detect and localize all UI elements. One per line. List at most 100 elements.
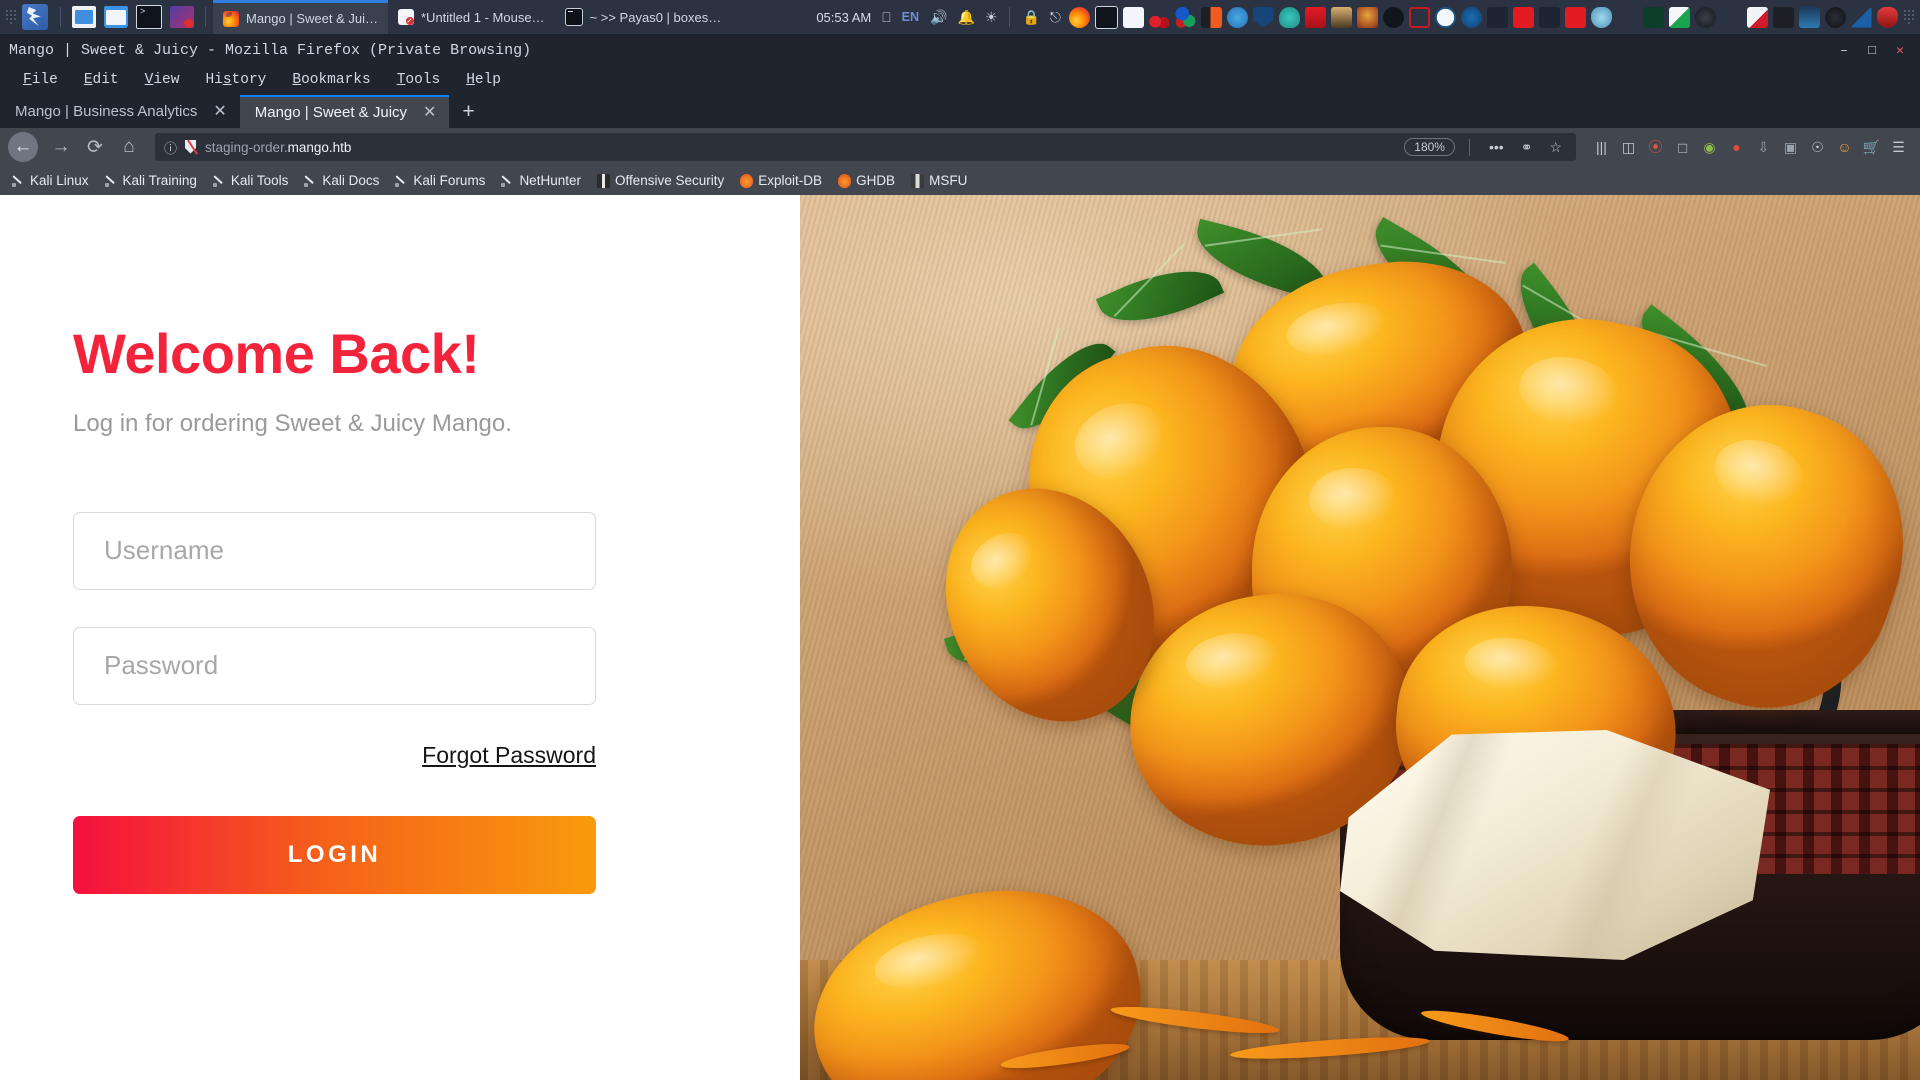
reload-button[interactable]: ⟳ bbox=[78, 130, 112, 164]
terminal-icon[interactable] bbox=[1094, 5, 1118, 29]
firefox-icon[interactable] bbox=[1068, 6, 1090, 28]
menu-bookmarks[interactable]: Bookmarks bbox=[279, 70, 383, 90]
dog-icon[interactable] bbox=[1772, 6, 1794, 28]
bookmark-exploit-db[interactable]: Exploit-DB bbox=[732, 173, 830, 188]
logout-icon[interactable]: ⎋ bbox=[1045, 0, 1066, 34]
kali-dragon-logo-icon[interactable] bbox=[22, 4, 48, 30]
private-mask-icon[interactable]: ● bbox=[1723, 134, 1750, 161]
close-icon[interactable]: ✕ bbox=[423, 104, 436, 121]
library-icon[interactable]: ||| bbox=[1588, 134, 1615, 161]
info-circle-icon[interactable]: ⓘ bbox=[164, 138, 177, 157]
airgeddon-icon[interactable] bbox=[1824, 6, 1846, 28]
extension-icon[interactable]: ▣ bbox=[1777, 134, 1804, 161]
wireshark-icon[interactable] bbox=[1798, 6, 1820, 28]
anonymity-icon[interactable] bbox=[1382, 6, 1404, 28]
forward-button[interactable]: → bbox=[44, 130, 78, 164]
spider-icon[interactable] bbox=[1694, 6, 1716, 28]
new-tab-button[interactable]: + bbox=[449, 95, 487, 128]
taskbar-task-terminal[interactable]: ~ >> Payas0 | boxes… bbox=[555, 0, 732, 34]
zaproxy-icon[interactable] bbox=[1226, 6, 1248, 28]
johnny-icon[interactable] bbox=[1330, 6, 1352, 28]
menu-help[interactable]: Help bbox=[453, 70, 514, 90]
crunch-icon[interactable] bbox=[1512, 6, 1534, 28]
minimize-button[interactable]: – bbox=[1830, 36, 1858, 64]
menu-edit[interactable]: Edit bbox=[71, 70, 132, 90]
menu-view[interactable]: View bbox=[132, 70, 193, 90]
crossed-out-lock-icon[interactable] bbox=[184, 140, 198, 155]
lock-icon[interactable]: 🔒 bbox=[1017, 0, 1044, 34]
menu-history[interactable]: History bbox=[192, 70, 279, 90]
bookmark-ghdb[interactable]: GHDB bbox=[830, 173, 903, 188]
keyboard-layout-indicator[interactable]: EN bbox=[896, 0, 925, 34]
tab-business-analytics[interactable]: Mango | Business Analytics ✕ bbox=[0, 95, 240, 128]
ferret-icon[interactable] bbox=[1304, 6, 1326, 28]
login-button[interactable]: LOGIN bbox=[73, 815, 596, 894]
kismet-icon[interactable] bbox=[1850, 6, 1872, 28]
wifite-icon[interactable] bbox=[1746, 6, 1768, 28]
taskbar-end-handle-icon[interactable] bbox=[1903, 6, 1915, 28]
zoom-level-indicator[interactable]: 180% bbox=[1404, 138, 1455, 156]
alien-icon[interactable] bbox=[1590, 6, 1612, 28]
bookmark-star-icon[interactable]: ☆ bbox=[1544, 139, 1567, 156]
pocket-save-icon[interactable]: ⦿ bbox=[1642, 134, 1669, 161]
taskbar-task-mousepad[interactable]: *Untitled 1 - Mouse… bbox=[388, 0, 555, 34]
smile-icon[interactable]: ☺ bbox=[1831, 134, 1858, 161]
sqlmap-icon[interactable] bbox=[1408, 6, 1430, 28]
home-button[interactable]: ⌂ bbox=[112, 130, 146, 164]
faraday-icon[interactable] bbox=[1200, 6, 1222, 28]
files-icon[interactable] bbox=[72, 6, 96, 28]
zap-icon[interactable] bbox=[1460, 6, 1482, 28]
sparta-icon[interactable] bbox=[1486, 6, 1508, 28]
mousepad-icon[interactable] bbox=[1122, 6, 1144, 28]
username-input[interactable]: Username bbox=[73, 511, 596, 590]
power-manager-icon[interactable]: ☀ bbox=[980, 0, 1003, 34]
bookmark-kali-training[interactable]: Kali Training bbox=[97, 173, 205, 188]
screenshot-icon[interactable]: ◻ bbox=[1669, 134, 1696, 161]
scorpion-icon[interactable] bbox=[1616, 6, 1638, 28]
wordpress-icon[interactable] bbox=[1434, 6, 1456, 28]
bookmark-kali-docs[interactable]: Kali Docs bbox=[296, 173, 387, 188]
display-icon[interactable]: ⎕ bbox=[877, 0, 895, 34]
close-button[interactable]: ✕ bbox=[1886, 36, 1914, 64]
downloads-icon[interactable]: ⇩ bbox=[1750, 134, 1777, 161]
close-icon[interactable]: ✕ bbox=[213, 103, 226, 120]
shopping-icon[interactable]: 🛒 bbox=[1858, 134, 1885, 161]
bookmark-msfu[interactable]: MSFU bbox=[903, 173, 975, 188]
thermo-icon[interactable] bbox=[1876, 6, 1898, 28]
burpsuite-icon[interactable] bbox=[1174, 6, 1196, 28]
menu-hamburger-icon[interactable]: ☰ bbox=[1885, 134, 1912, 161]
terminal-icon[interactable] bbox=[136, 5, 162, 29]
password-input[interactable]: Password bbox=[73, 626, 596, 705]
container-icon[interactable]: ◉ bbox=[1696, 134, 1723, 161]
account-icon[interactable]: ☉ bbox=[1804, 134, 1831, 161]
bookmark-kali-linux[interactable]: Kali Linux bbox=[4, 173, 97, 188]
dragon-icon[interactable] bbox=[1538, 6, 1560, 28]
screen-recorder-icon[interactable] bbox=[170, 6, 194, 28]
veil-icon[interactable] bbox=[1668, 6, 1690, 28]
menu-tools[interactable]: Tools bbox=[384, 70, 454, 90]
maximize-button[interactable]: □ bbox=[1858, 36, 1886, 64]
url-bar[interactable]: ⓘ staging-order.mango.htb 180% ••• ⚭ ☆ bbox=[155, 133, 1576, 161]
pocket-icon[interactable]: ⚭ bbox=[1516, 139, 1538, 156]
cherrytree-icon[interactable] bbox=[1148, 6, 1170, 28]
sidebar-icon[interactable]: ◫ bbox=[1615, 134, 1642, 161]
hydra-icon[interactable] bbox=[1356, 6, 1378, 28]
menu-file[interactable]: File bbox=[10, 70, 71, 90]
crunch2-icon[interactable] bbox=[1564, 6, 1586, 28]
bookmark-kali-forums[interactable]: Kali Forums bbox=[387, 173, 493, 188]
bookmark-kali-tools[interactable]: Kali Tools bbox=[205, 173, 297, 188]
apktool-icon[interactable] bbox=[1642, 6, 1664, 28]
forgot-password-link[interactable]: Forgot Password bbox=[422, 742, 596, 769]
bookmark-nethunter[interactable]: NetHunter bbox=[493, 173, 589, 188]
folder-icon[interactable] bbox=[104, 6, 128, 28]
bettercap-icon[interactable] bbox=[1720, 6, 1742, 28]
bookmark-offensive-security[interactable]: Offensive Security bbox=[589, 173, 732, 188]
tab-sweet-and-juicy[interactable]: Mango | Sweet & Juicy ✕ bbox=[239, 95, 450, 128]
taskbar-task-firefox[interactable]: Mango | Sweet & Jui… bbox=[213, 0, 388, 34]
page-actions-icon[interactable]: ••• bbox=[1484, 139, 1509, 155]
volume-icon[interactable]: 🔊 bbox=[925, 0, 952, 34]
maltego-icon[interactable] bbox=[1252, 6, 1274, 28]
back-button[interactable]: ← bbox=[8, 132, 38, 162]
taskbar-clock[interactable]: 05:53 AM bbox=[810, 0, 877, 34]
taskbar-drag-handle-icon[interactable] bbox=[5, 6, 17, 28]
